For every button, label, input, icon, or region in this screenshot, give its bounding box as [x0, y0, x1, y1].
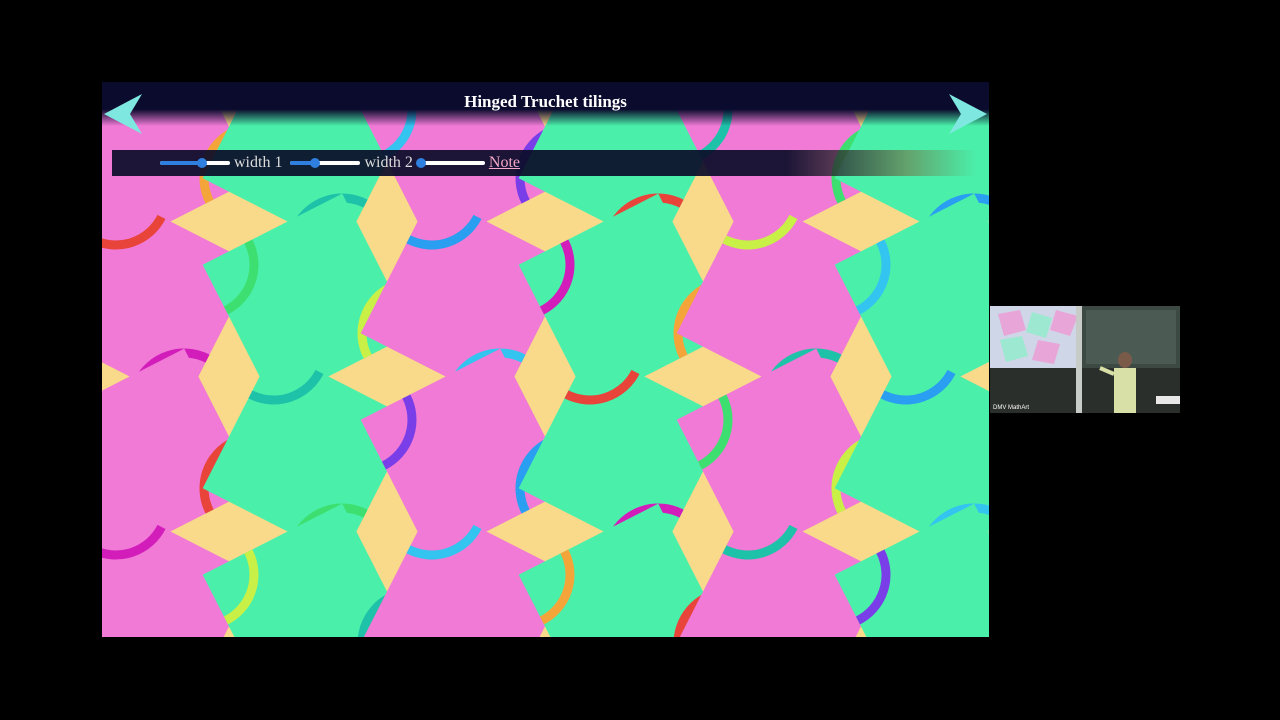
slider-0-knob[interactable] [197, 158, 207, 168]
slide-title: Hinged Truchet tilings [464, 92, 627, 111]
slider-0[interactable] [160, 158, 230, 168]
width-1-slider-knob[interactable] [309, 158, 320, 168]
webcam-label: DMV MathArt [993, 405, 1030, 411]
controls-bar: width 1 width 2 Note [112, 150, 977, 176]
width-2-slider-knob[interactable] [415, 158, 426, 168]
webcam-feed: DMV MathArt [990, 306, 1180, 413]
width-1-label: width 1 [234, 154, 283, 171]
note-link[interactable]: Note [489, 154, 520, 172]
width-1-slider[interactable] [290, 158, 361, 168]
presentation-slide: Hinged Truchet tilings width 1 width 2 N… [102, 82, 989, 637]
slider-0-fill [160, 161, 202, 165]
next-slide-arrow-icon[interactable] [945, 92, 989, 136]
previous-slide-arrow-icon[interactable] [102, 92, 146, 136]
title-bar: Hinged Truchet tilings [102, 82, 989, 126]
webcam-image [990, 306, 1180, 413]
width-2-label: width 2 [364, 154, 413, 171]
width-2-slider[interactable] [415, 158, 485, 168]
